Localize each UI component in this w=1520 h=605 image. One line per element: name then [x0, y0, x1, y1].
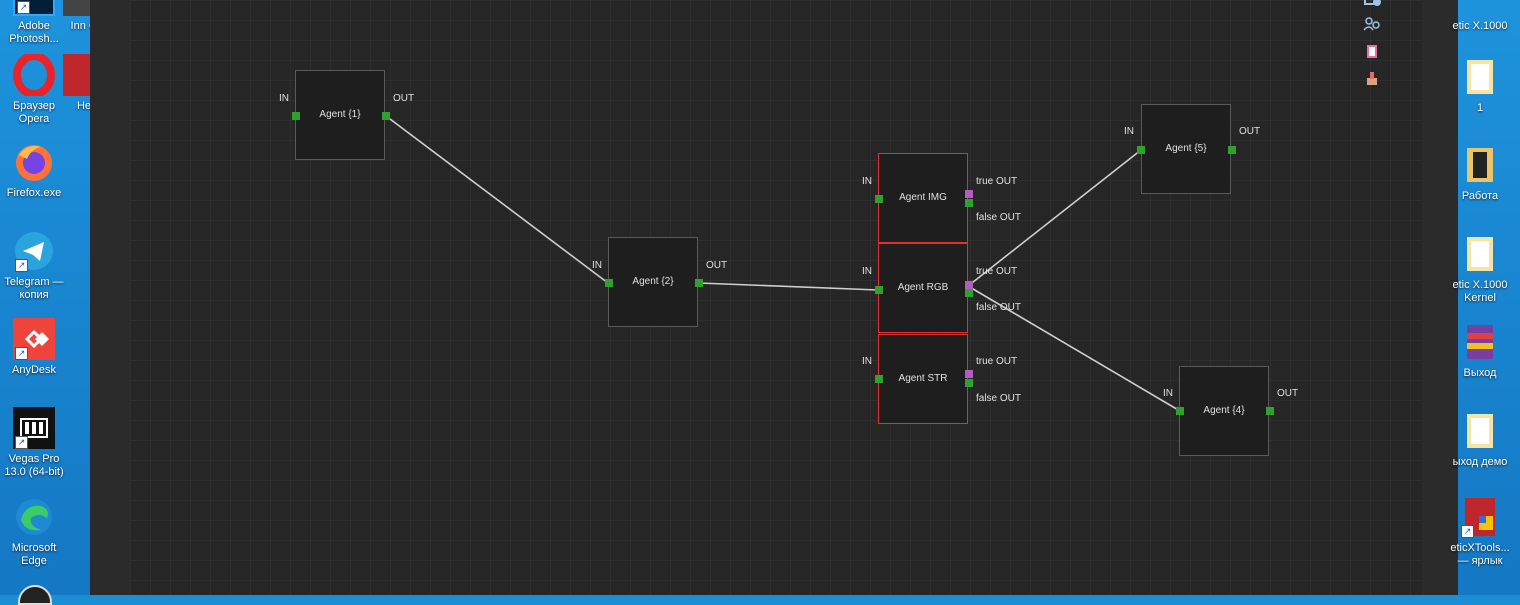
output-label: OUT: [1239, 126, 1261, 137]
false-output-label: false OUT: [976, 212, 1022, 223]
false-output-label: false OUT: [976, 302, 1022, 313]
desktop-icon-kernel[interactable]: etic X.1000 Kernel: [1444, 233, 1516, 305]
output-label: OUT: [393, 93, 415, 104]
desktop-right-column: etic X.1000 1 Работа etic X.1000 Kernel …: [1450, 0, 1520, 595]
input-label: IN: [592, 260, 602, 271]
brush-icon[interactable]: [1365, 71, 1383, 87]
true-output-label: true OUT: [976, 176, 1018, 187]
input-port[interactable]: [292, 112, 300, 120]
input-port[interactable]: [1137, 146, 1145, 154]
node-agent-str[interactable]: Agent STR: [878, 334, 968, 424]
desktop-icon-label: Работа: [1461, 190, 1499, 202]
vegas-icon: ↗: [13, 407, 55, 449]
desktop-icon-telegram[interactable]: ↗ Telegram — копия: [0, 230, 70, 302]
desktop-icon-folder-rabota[interactable]: Работа: [1444, 144, 1516, 203]
desktop-icon-anydesk[interactable]: ↗ AnyDesk: [0, 318, 70, 377]
node-agent-rgb[interactable]: Agent RGB: [878, 243, 968, 333]
node-title: Agent {1}: [319, 109, 361, 120]
folder-icon: [1459, 144, 1501, 186]
group-users-icon[interactable]: [1363, 16, 1381, 32]
input-label: IN: [862, 176, 872, 187]
desktop-icon-folder-1[interactable]: 1: [1444, 56, 1516, 115]
telegram-icon: ↗: [13, 230, 55, 272]
input-label: IN: [1163, 388, 1173, 399]
add-node-icon[interactable]: [1363, 0, 1381, 10]
true-output-port[interactable]: [965, 370, 973, 378]
desktop-icon-label: Microsoft Edge: [11, 542, 57, 567]
anydesk-icon: ↗: [13, 318, 55, 360]
firefox-icon: [13, 141, 55, 183]
node-title: Agent IMG: [899, 192, 947, 203]
tools-icon: ↗: [1459, 496, 1501, 538]
folder-icon: [1459, 56, 1501, 98]
folder-icon: [1459, 410, 1501, 452]
node-agent-4[interactable]: Agent {4}: [1179, 366, 1269, 456]
app-icon: [1459, 0, 1501, 16]
bookmark-icon[interactable]: [1365, 44, 1383, 60]
input-label: IN: [1124, 126, 1134, 137]
desktop-icon-label: etic X.1000: [1452, 20, 1508, 32]
desktop-icon-vyhod-demo[interactable]: ыход демо: [1444, 410, 1516, 469]
desktop-icon-label: AnyDesk: [11, 364, 57, 376]
desktop-icon-tools[interactable]: ↗ eticXTools... — ярлык: [1444, 496, 1516, 568]
output-label: OUT: [706, 260, 728, 271]
desktop-icon-label: 1: [1476, 102, 1484, 114]
folder-icon: [1459, 233, 1501, 275]
true-output-label: true OUT: [976, 356, 1018, 367]
false-output-port[interactable]: [965, 199, 973, 207]
node-title: Agent {2}: [632, 276, 674, 287]
desktop-icon-label: etic X.1000 Kernel: [1452, 279, 1508, 304]
desktop-icon-edge[interactable]: Microsoft Edge: [0, 496, 70, 568]
desktop-icon-label: Telegram — копия: [4, 276, 64, 301]
input-label: IN: [279, 93, 289, 104]
true-output-port[interactable]: [965, 190, 973, 198]
input-label: IN: [862, 266, 872, 277]
output-port[interactable]: [1228, 146, 1236, 154]
desktop-icon-label: Vegas Pro 13.0 (64-bit): [4, 453, 64, 478]
desktop-icon-partial: [18, 585, 52, 605]
edge-icon: [13, 496, 55, 538]
desktop-icon-vegas[interactable]: ↗ Vegas Pro 13.0 (64-bit): [0, 407, 70, 479]
input-port[interactable]: [1176, 407, 1184, 415]
node-agent-2[interactable]: Agent {2}: [608, 237, 698, 327]
input-port[interactable]: [875, 286, 883, 294]
input-port[interactable]: [605, 279, 613, 287]
output-port[interactable]: [382, 112, 390, 120]
false-output-label: false OUT: [976, 393, 1022, 404]
false-output-port[interactable]: [965, 289, 973, 297]
node-title: Agent STR: [898, 373, 948, 384]
node-agent-5[interactable]: Agent {5}: [1141, 104, 1231, 194]
desktop-icon-firefox[interactable]: Firefox.exe: [0, 141, 70, 200]
node-title: Agent {4}: [1203, 405, 1245, 416]
desktop-icon-label: Firefox.exe: [6, 187, 62, 199]
node-agent-img[interactable]: Agent IMG: [878, 153, 968, 243]
output-port[interactable]: [695, 279, 703, 287]
input-label: IN: [862, 356, 872, 367]
node-agent-1[interactable]: Agent {1}: [295, 70, 385, 160]
true-output-port[interactable]: [965, 281, 973, 289]
true-output-label: true OUT: [976, 266, 1018, 277]
node-title: Agent {5}: [1165, 143, 1207, 154]
desktop-icon-label: ыход демо: [1452, 456, 1508, 468]
input-port[interactable]: [875, 195, 883, 203]
desktop-icon-label: eticXTools... — ярлык: [1450, 542, 1510, 567]
output-label: OUT: [1277, 388, 1299, 399]
input-port[interactable]: [875, 375, 883, 383]
desktop-icon-x1000[interactable]: etic X.1000: [1444, 0, 1516, 33]
node-title: Agent RGB: [897, 282, 949, 293]
desktop-icon-label: Выход: [1463, 367, 1497, 379]
output-port[interactable]: [1266, 407, 1274, 415]
false-output-port[interactable]: [965, 379, 973, 387]
winrar-icon: [1459, 321, 1501, 363]
desktop-icon-vyhod[interactable]: Выход: [1444, 321, 1516, 380]
